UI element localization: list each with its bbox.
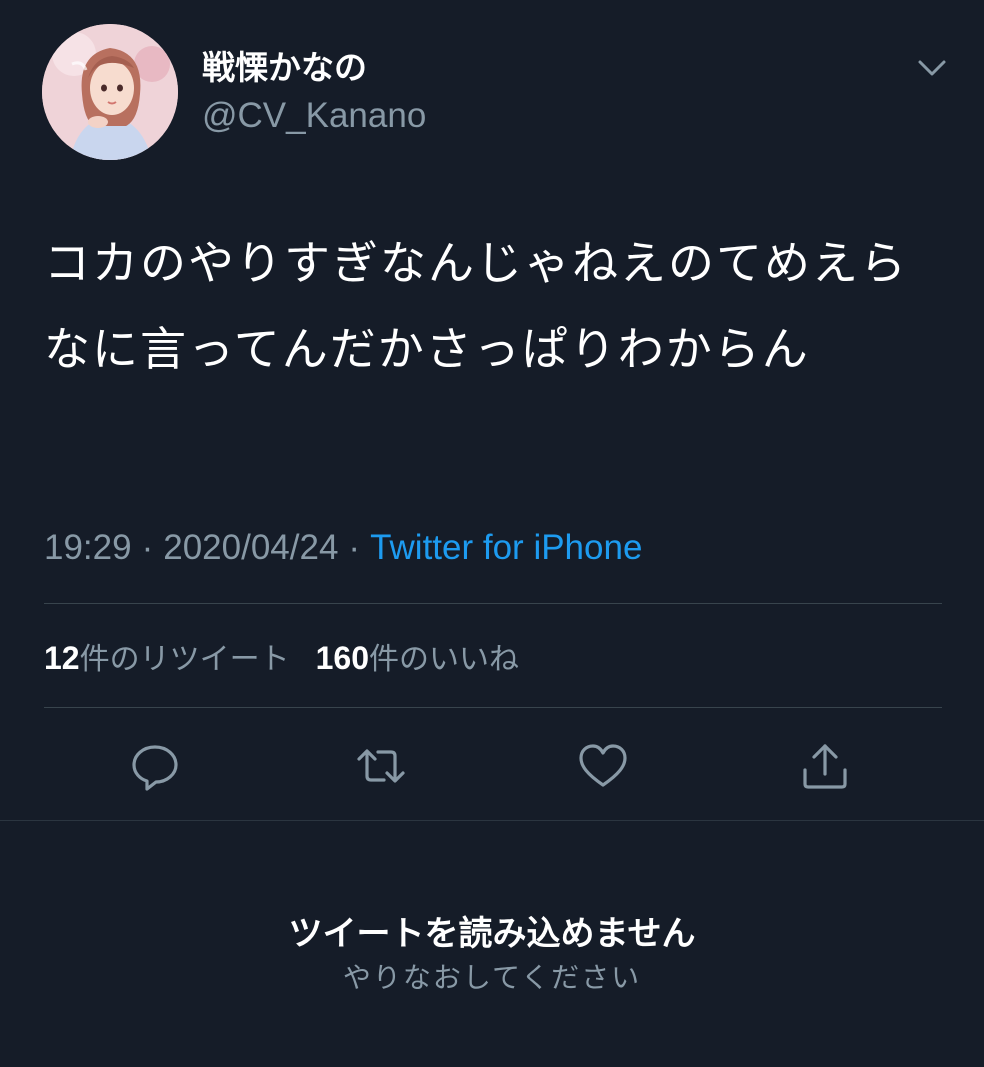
avatar[interactable] — [42, 24, 178, 160]
retweet-count: 12 — [44, 640, 80, 676]
reply-icon — [132, 745, 178, 791]
tweet-text: コカのやりすぎなんじゃねえのてめえらなに言ってんだかさっぱりわからん — [44, 236, 908, 376]
share-icon — [803, 744, 847, 789]
divider — [44, 707, 942, 708]
like-label: 件のいいね — [368, 642, 519, 677]
section-divider — [0, 820, 984, 821]
retweet-icon — [357, 749, 405, 783]
meta-separator: · — [141, 528, 154, 567]
retweet-label: 件のリツイート — [79, 642, 290, 677]
display-name[interactable]: 戦慄かなの — [202, 48, 367, 88]
avatar-image — [42, 24, 178, 160]
retweet-button[interactable] — [355, 740, 407, 792]
like-button[interactable] — [577, 740, 629, 792]
tweet-meta: 19:29 · 2020/04/24 · Twitter for iPhone — [44, 524, 642, 572]
error-title: ツイートを読み込めません — [288, 914, 696, 954]
chevron-down-icon[interactable] — [912, 50, 952, 86]
retweet-stat[interactable]: 12件のリツイート — [44, 640, 290, 677]
tweet-date: 2020/04/24 — [163, 528, 339, 567]
meta-separator: · — [348, 528, 361, 567]
share-button[interactable] — [799, 740, 851, 792]
like-icon — [579, 744, 627, 787]
user-handle[interactable]: @CV_Kanano — [202, 94, 426, 138]
retry-link[interactable]: やりなおしてください — [0, 958, 984, 998]
tweet-stats: 12件のリツイート 160件のいいね — [44, 636, 519, 682]
like-count: 160 — [315, 640, 369, 676]
tweet-time: 19:29 — [44, 528, 132, 567]
reply-button[interactable] — [129, 740, 181, 792]
like-stat[interactable]: 160件のいいね — [315, 640, 519, 677]
tweet-source-link[interactable]: Twitter for iPhone — [370, 528, 642, 567]
divider — [44, 603, 942, 604]
